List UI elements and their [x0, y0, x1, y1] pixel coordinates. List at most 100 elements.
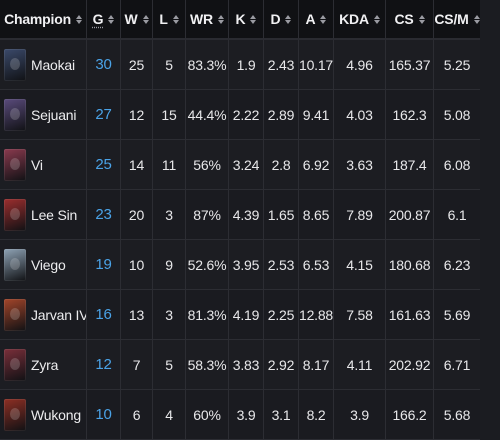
losses-cell-value: 11 — [161, 156, 177, 173]
cs-per-min-cell: 6.08 — [434, 140, 480, 190]
deaths-cell: 3.1 — [264, 390, 299, 440]
wins-cell-value: 20 — [128, 206, 145, 223]
kda-cell: 4.03 — [334, 90, 386, 140]
column-header-cs-per-min[interactable]: CS/M — [434, 0, 480, 40]
champion-portrait-icon — [4, 298, 26, 331]
kda-cell: 3.63 — [334, 140, 386, 190]
column-header-assists[interactable]: A — [299, 0, 334, 40]
wins-cell: 6 — [121, 390, 153, 440]
losses-cell-value: 5 — [165, 356, 173, 373]
sort-icon — [473, 14, 480, 24]
winrate-cell-value: 52.6% — [187, 256, 227, 273]
column-header-cs[interactable]: CS — [386, 0, 434, 40]
kda-cell-value: 7.58 — [346, 306, 373, 323]
winrate-cell-value: 87% — [193, 206, 221, 223]
cs-per-min-cell: 5.68 — [434, 390, 480, 440]
deaths-cell-value: 1.65 — [267, 206, 295, 223]
kda-cell: 4.15 — [334, 240, 386, 290]
champion-name: Maokai — [31, 56, 75, 73]
column-header-kills[interactable]: K — [229, 0, 264, 40]
cs-cell-value: 180.68 — [388, 256, 431, 273]
wins-cell-value: 7 — [132, 356, 141, 373]
wins-cell-value: 12 — [128, 106, 145, 123]
deaths-cell: 2.92 — [264, 340, 299, 390]
champion-portrait-icon — [4, 348, 26, 381]
column-header-deaths[interactable]: D — [264, 0, 299, 40]
games-cell-value: 12 — [95, 356, 112, 373]
games-cell: 25 — [87, 140, 121, 190]
column-header-label: CS/M — [434, 11, 469, 27]
column-header-kda[interactable]: KDA — [334, 0, 386, 40]
champion-cell[interactable]: Zyra — [0, 340, 87, 390]
column-header-champion[interactable]: Champion — [0, 0, 87, 40]
champion-name: Vi — [31, 156, 43, 173]
deaths-cell: 2.25 — [264, 290, 299, 340]
losses-cell-value: 9 — [165, 256, 173, 273]
wins-cell: 14 — [121, 140, 153, 190]
sort-icon — [142, 14, 149, 24]
sort-icon — [320, 14, 327, 24]
champion-cell[interactable]: Sejuani — [0, 90, 87, 140]
champion-portrait-icon — [4, 148, 26, 181]
champion-cell[interactable]: Viego — [0, 240, 87, 290]
games-cell-value: 30 — [95, 56, 112, 73]
losses-cell: 5 — [153, 340, 186, 390]
games-cell-value: 19 — [95, 256, 112, 273]
cs-cell: 165.37 — [386, 40, 434, 90]
champion-name: Sejuani — [31, 106, 77, 123]
assists-cell-value: 6.92 — [302, 156, 330, 173]
kda-cell-value: 4.11 — [346, 356, 373, 373]
wins-cell: 13 — [121, 290, 153, 340]
kills-cell-value: 1.9 — [236, 56, 256, 73]
wins-cell-value: 25 — [128, 56, 145, 73]
cs-per-min-cell-value: 6.23 — [443, 256, 471, 273]
champion-cell[interactable]: Maokai — [0, 40, 87, 90]
kda-cell-value: 4.15 — [346, 256, 373, 273]
kda-cell: 3.9 — [334, 390, 386, 440]
champion-cell[interactable]: Jarvan IV — [0, 290, 87, 340]
wins-cell-value: 10 — [128, 256, 145, 273]
champion-cell[interactable]: Vi — [0, 140, 87, 190]
cs-cell: 200.87 — [386, 190, 434, 240]
column-header-label: CS — [394, 11, 414, 27]
winrate-cell: 87% — [186, 190, 229, 240]
winrate-cell: 58.3% — [186, 340, 229, 390]
champion-cell[interactable]: Lee Sin — [0, 190, 87, 240]
losses-cell-value: 15 — [161, 106, 177, 123]
kills-cell: 3.95 — [229, 240, 264, 290]
column-header-wins[interactable]: W — [121, 0, 153, 40]
champion-cell[interactable]: Wukong — [0, 390, 87, 440]
losses-cell: 9 — [153, 240, 186, 290]
losses-cell-value: 4 — [165, 406, 173, 423]
champion-stats-table: Champion G W L WR K D A KDA CS CS/M Maok… — [0, 0, 500, 440]
losses-cell: 3 — [153, 190, 186, 240]
assists-cell: 10.17 — [299, 40, 334, 90]
cs-per-min-cell-value: 6.08 — [443, 156, 471, 173]
column-header-label: K — [235, 11, 246, 27]
kills-cell-value: 3.95 — [232, 256, 260, 273]
column-header-losses[interactable]: L — [153, 0, 186, 40]
kda-cell-value: 7.89 — [346, 206, 373, 223]
kills-cell: 3.9 — [229, 390, 264, 440]
champion-name: Jarvan IV — [31, 306, 87, 323]
sort-icon — [217, 14, 224, 24]
kda-cell: 7.89 — [334, 190, 386, 240]
deaths-cell: 2.43 — [264, 40, 299, 90]
assists-cell-value: 8.65 — [302, 206, 330, 223]
cs-cell: 166.2 — [386, 390, 434, 440]
winrate-cell-value: 44.4% — [187, 106, 227, 123]
cs-cell: 202.92 — [386, 340, 434, 390]
assists-cell: 8.17 — [299, 340, 334, 390]
column-header-games[interactable]: G — [87, 0, 121, 40]
kda-cell-value: 3.9 — [350, 406, 369, 423]
champion-name: Zyra — [31, 356, 59, 373]
column-header-winrate[interactable]: WR — [186, 0, 229, 40]
sort-icon — [285, 14, 292, 24]
cs-per-min-cell-value: 6.1 — [447, 206, 467, 223]
assists-cell-value: 12.88 — [299, 306, 334, 323]
champion-portrait-icon — [4, 98, 26, 131]
wins-cell: 12 — [121, 90, 153, 140]
kills-cell-value: 3.83 — [232, 356, 260, 373]
kda-cell-value: 3.63 — [346, 156, 373, 173]
games-cell-value: 23 — [95, 206, 112, 223]
